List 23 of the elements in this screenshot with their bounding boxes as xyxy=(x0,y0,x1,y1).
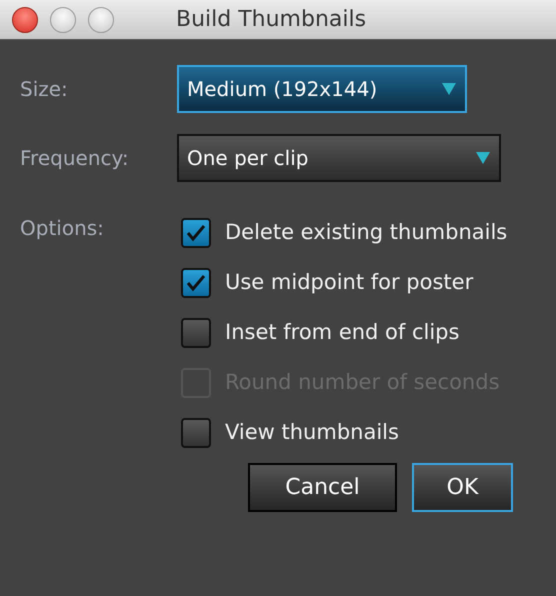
checkbox-label: Delete existing thumbnails xyxy=(225,219,508,246)
zoom-button[interactable] xyxy=(88,6,114,32)
window-title: Build Thumbnails xyxy=(176,6,366,34)
dialog-button[interactable]: Cancel xyxy=(248,463,397,512)
dropdown-arrow-icon xyxy=(475,151,491,165)
checkbox[interactable] xyxy=(181,268,211,298)
options-label: Options: xyxy=(20,215,105,242)
dropdown[interactable]: One per clip xyxy=(177,134,501,182)
field-label: Frequency: xyxy=(20,145,130,172)
checkbox-label: View thumbnails xyxy=(225,419,399,446)
checkbox[interactable] xyxy=(181,318,211,348)
checkbox-label: Use midpoint for poster xyxy=(225,269,474,296)
checkmark-icon xyxy=(186,224,206,242)
field-label: Size: xyxy=(20,76,69,103)
dropdown-arrow-icon xyxy=(441,82,457,96)
checkbox-label: Inset from end of clips xyxy=(225,319,460,346)
minimize-button[interactable] xyxy=(50,6,76,32)
checkmark-icon xyxy=(186,274,206,292)
close-button[interactable] xyxy=(12,6,38,32)
checkbox[interactable] xyxy=(181,218,211,248)
dialog-button[interactable]: OK xyxy=(412,463,513,512)
checkbox[interactable] xyxy=(181,418,211,448)
dropdown[interactable]: Medium (192x144) xyxy=(177,65,467,113)
